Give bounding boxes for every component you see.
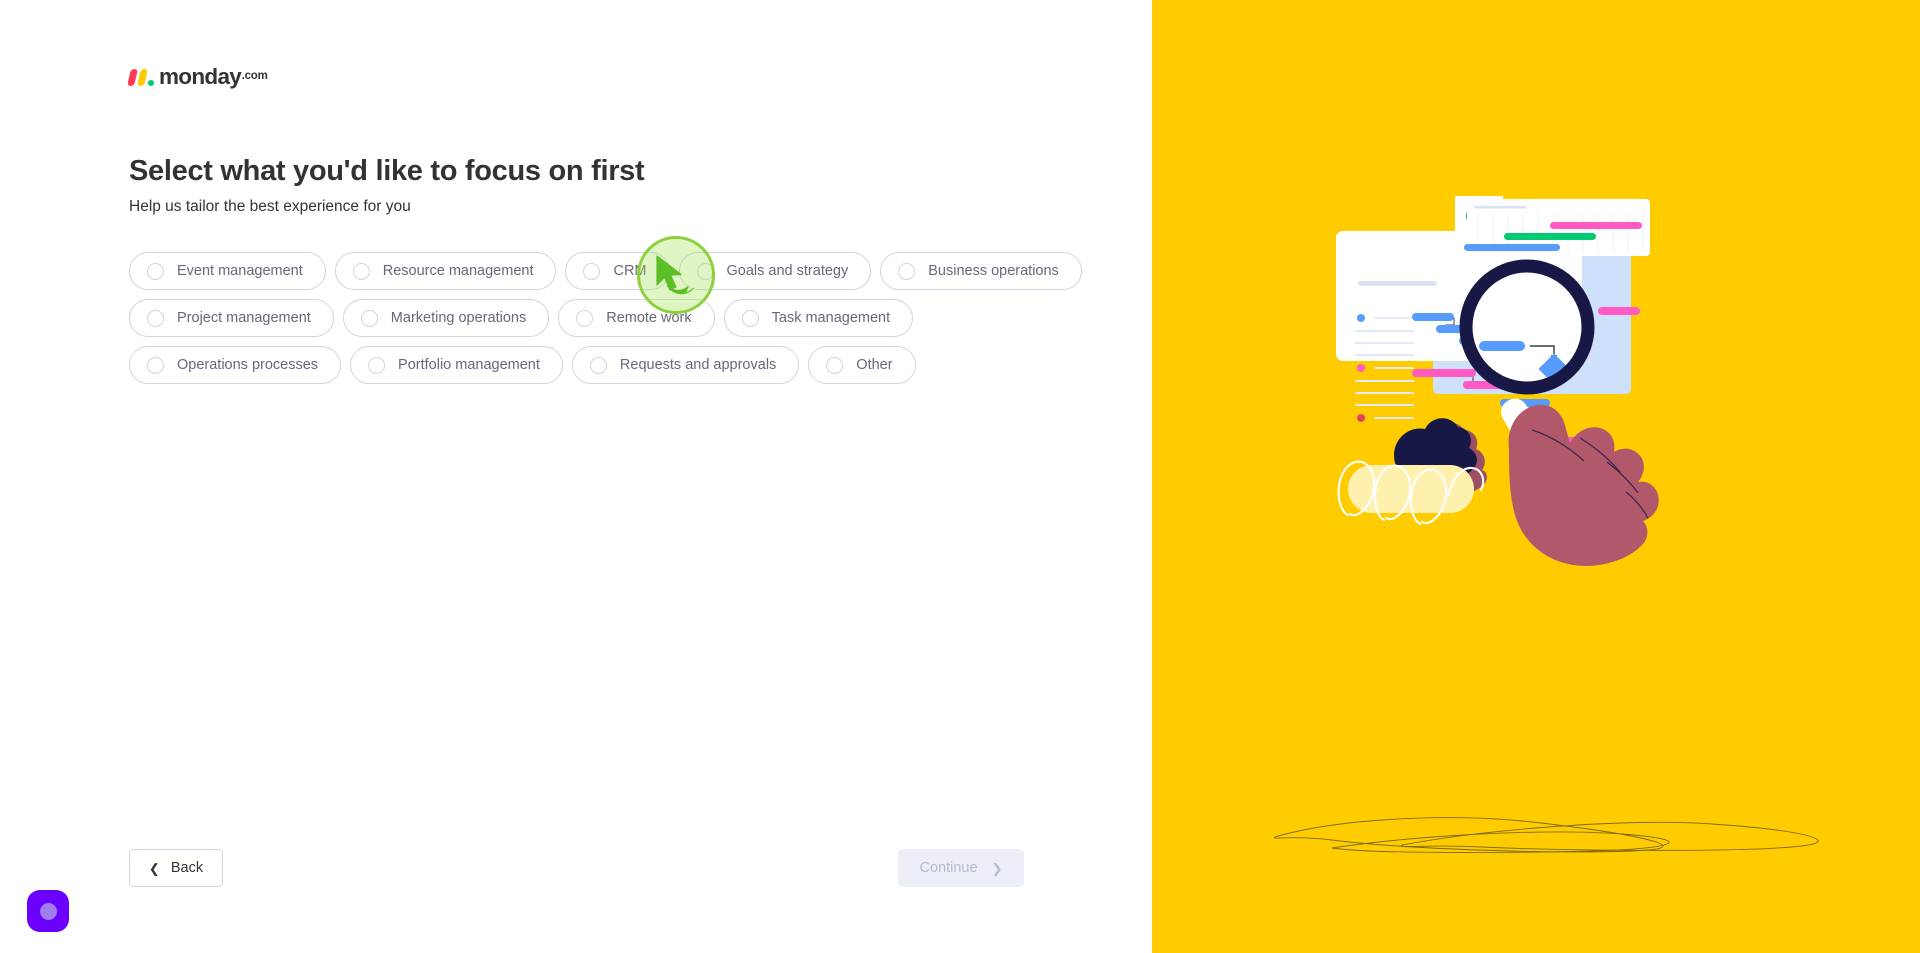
chevron-left-icon: ❮	[148, 860, 160, 876]
option-label: Portfolio management	[398, 357, 540, 373]
support-bubble-icon	[39, 902, 57, 920]
radio-icon[interactable]	[352, 262, 370, 280]
option-chip-task-management[interactable]: Task management	[723, 299, 914, 337]
option-label: Other	[856, 357, 893, 373]
option-label: Goals and strategy	[726, 263, 849, 279]
focus-options-row-3: Operations processes Portfolio managemen…	[129, 346, 1029, 384]
option-chip-marketing-operations[interactable]: Marketing operations	[342, 299, 550, 337]
radio-icon[interactable]	[360, 309, 378, 327]
page-subtitle: Help us tailor the best experience for y…	[129, 198, 411, 215]
option-label: Operations processes	[177, 357, 319, 373]
option-label: Requests and approvals	[619, 357, 777, 373]
option-chip-requests-and-approvals[interactable]: Requests and approvals	[571, 346, 800, 384]
left-content-panel: monday .com Select what you'd like to fo…	[0, 0, 1152, 953]
page-title: Select what you'd like to focus on first	[129, 155, 645, 187]
option-chip-other[interactable]: Other	[808, 346, 916, 384]
radio-icon[interactable]	[368, 356, 386, 374]
option-chip-business-operations[interactable]: Business operations	[880, 252, 1082, 290]
continue-button-label: Continue	[919, 860, 978, 876]
radio-icon[interactable]	[826, 356, 844, 374]
monday-logo[interactable]: monday .com	[127, 62, 268, 89]
option-label: Task management	[771, 310, 891, 326]
option-chip-project-management[interactable]: Project management	[129, 299, 334, 337]
radio-icon[interactable]	[583, 262, 601, 280]
focus-options-row-2: Project management Marketing operations …	[129, 299, 1029, 337]
support-widget-button[interactable]	[27, 890, 69, 932]
logo-tld: .com	[241, 70, 268, 82]
radio-icon[interactable]	[741, 309, 759, 327]
radio-icon[interactable]	[576, 309, 594, 327]
option-label: Business operations	[928, 263, 1059, 279]
option-label: Marketing operations	[390, 310, 527, 326]
option-label: Resource management	[382, 263, 534, 279]
focus-options-group: Event management Resource management CRM…	[129, 252, 1082, 393]
option-chip-resource-management[interactable]: Resource management	[334, 252, 557, 290]
hand	[1508, 404, 1659, 566]
option-chip-goals-and-strategy[interactable]: Goals and strategy	[678, 252, 872, 290]
onboarding-illustration	[1273, 196, 1819, 853]
gantt-timeline-card	[1464, 199, 1650, 256]
logo-wordmark: monday	[159, 64, 242, 89]
monday-logo-mark	[127, 67, 154, 86]
radio-icon[interactable]	[147, 262, 164, 280]
focus-options-row-1: Event management Resource management CRM…	[129, 252, 1082, 290]
chevron-right-icon: ❯	[991, 860, 1003, 876]
option-label: Remote work	[606, 310, 692, 326]
option-label: CRM	[613, 263, 647, 279]
option-chip-remote-work[interactable]: Remote work	[558, 299, 715, 337]
option-chip-portfolio-management[interactable]: Portfolio management	[350, 346, 563, 384]
radio-icon[interactable]	[696, 262, 714, 280]
option-chip-event-management[interactable]: Event management	[129, 252, 326, 290]
logo-bar-pink-icon	[127, 69, 138, 86]
logo-bar-yellow-icon	[136, 69, 148, 86]
option-label: Project management	[177, 310, 311, 326]
option-label: Event management	[177, 263, 303, 279]
logo-dot-green-icon	[148, 80, 154, 86]
radio-icon[interactable]	[589, 356, 607, 374]
radio-icon[interactable]	[147, 309, 164, 327]
back-button[interactable]: ❮ Back	[129, 849, 223, 887]
radio-icon[interactable]	[147, 356, 164, 374]
option-chip-crm[interactable]: CRM	[565, 252, 670, 290]
illustration-panel	[1152, 0, 1920, 953]
pale-pill-scribble	[1337, 460, 1485, 526]
back-button-label: Back	[170, 860, 204, 876]
ground-scribble	[1273, 817, 1819, 853]
radio-icon[interactable]	[898, 262, 916, 280]
continue-button[interactable]: Continue ❯	[898, 849, 1024, 887]
option-chip-operations-processes[interactable]: Operations processes	[129, 346, 342, 384]
onboarding-page: monday .com Select what you'd like to fo…	[0, 0, 1920, 953]
